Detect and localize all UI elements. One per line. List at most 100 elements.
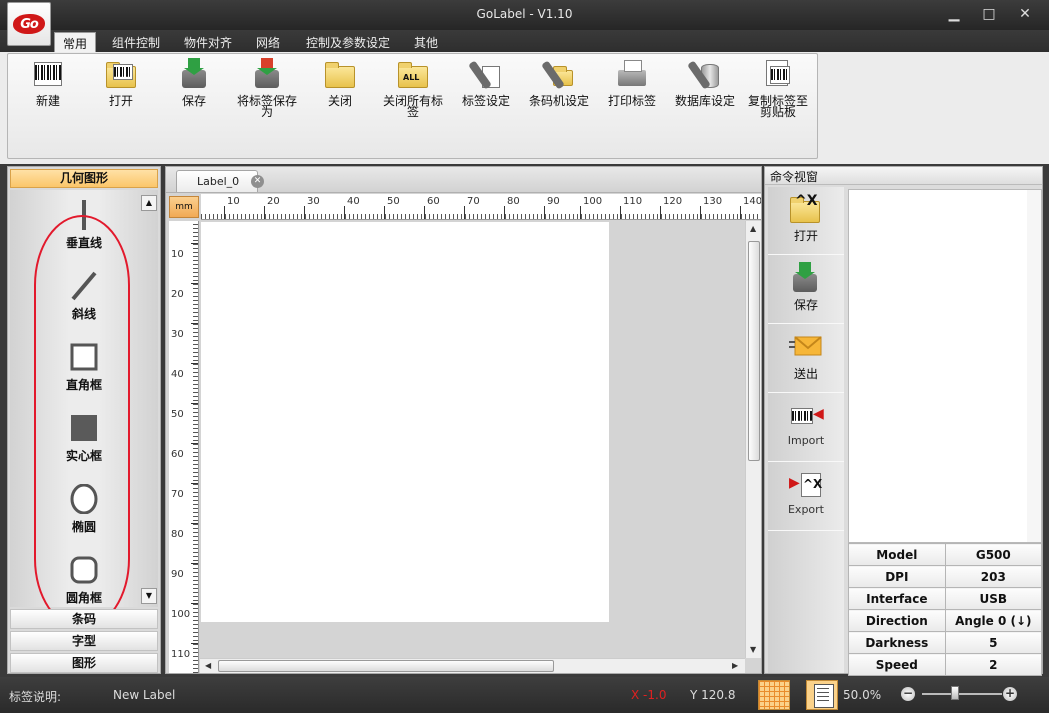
database-setup-button[interactable]: 数据库设定: [670, 58, 740, 107]
geometry-tool-list: ▲ ▼ 垂直线 斜线 直角框 实心框 椭圆 圆角框: [10, 190, 158, 629]
table-row: DPI 203: [848, 565, 1043, 588]
design-canvas[interactable]: [200, 221, 745, 662]
print-label-button[interactable]: 打印标签: [597, 58, 667, 107]
printer-icon: [616, 58, 648, 90]
close-label-button[interactable]: 关闭: [305, 58, 375, 107]
cmd-import-button[interactable]: ◀ Import: [768, 394, 844, 462]
horizontal-ruler: 10 20 30 40 50 60 70 80 90 100 110 120 1…: [201, 194, 761, 220]
printer-setup-wrench-icon: [541, 58, 575, 90]
info-value: 203: [944, 565, 1043, 588]
cursor-x-readout: X -1.0: [631, 688, 667, 702]
zoom-out-icon[interactable]: −: [901, 687, 915, 701]
new-button[interactable]: 新建: [13, 58, 83, 107]
label-setup-button[interactable]: 标签设定: [451, 58, 521, 107]
ruler-h-tick: 80: [504, 196, 520, 219]
ruler-h-tick: 110: [619, 196, 643, 219]
tab-other[interactable]: 其他: [406, 32, 446, 52]
horizontal-scroll-thumb[interactable]: [218, 660, 554, 672]
export-doc-icon: ▶ ^X: [789, 469, 823, 501]
ruler-h-tick: 10: [224, 196, 240, 219]
ruler-v-tick: 50: [171, 403, 198, 420]
scroll-down-arrow[interactable]: ▼: [750, 645, 756, 654]
save-as-button[interactable]: 将标签保存为: [232, 58, 302, 118]
table-row: Speed 2: [848, 653, 1043, 676]
scroll-left-arrow[interactable]: ◀: [205, 661, 211, 670]
ruler-v-tick: 90: [171, 563, 198, 580]
title-bar: GoLabel - V1.10 ▁ □ ✕: [0, 0, 1049, 30]
zoom-level: 50.0%: [843, 688, 882, 702]
tab-control-params[interactable]: 控制及参数设定: [298, 32, 398, 52]
vertical-scroll-thumb[interactable]: [748, 241, 760, 461]
document-tabstrip: Label_0 ✕: [166, 167, 761, 193]
ruler-v-tick: 70: [171, 483, 198, 500]
import-barcode-icon: ◀: [789, 400, 824, 432]
info-key: Darkness: [848, 631, 946, 654]
tool-rectangle[interactable]: 直角框: [10, 342, 158, 393]
tool-vertical-line[interactable]: 垂直线: [10, 200, 158, 251]
tool-panel: 几何图形 ▲ ▼ 垂直线 斜线 直角框 实心框 椭圆 圆角框 条码 字型 图形: [7, 166, 161, 674]
zoom-in-icon[interactable]: +: [1003, 687, 1017, 701]
close-all-button[interactable]: ALL 关闭所有标签: [378, 58, 448, 118]
printer-setup-button[interactable]: 条码机设定: [524, 58, 594, 107]
cmd-save-button[interactable]: 保存: [768, 256, 844, 324]
tab-network[interactable]: 网络: [248, 32, 288, 52]
close-folder-icon: [324, 58, 356, 90]
tab-object-align[interactable]: 物件对齐: [176, 32, 240, 52]
cmd-send-button[interactable]: 送出: [768, 325, 844, 393]
info-key: Interface: [848, 587, 946, 610]
document-tab-label0[interactable]: Label_0 ✕: [176, 170, 264, 192]
ruler-h-tick: 90: [544, 196, 560, 219]
scroll-right-arrow[interactable]: ▶: [732, 661, 738, 670]
tool-filled-rectangle[interactable]: 实心框: [10, 413, 158, 464]
tool-ellipse[interactable]: 椭圆: [10, 483, 158, 535]
vertical-line-icon: [69, 200, 99, 230]
cmd-open-button[interactable]: ^X 打开: [768, 187, 844, 255]
tab-common[interactable]: 常用: [54, 32, 97, 52]
geometry-category-header[interactable]: 几何图形: [10, 169, 158, 188]
zoom-slider-thumb[interactable]: [951, 686, 959, 700]
vertical-ruler: 10 20 30 40 50 60 70 80 90 100 110: [169, 221, 199, 673]
open-button[interactable]: 打开: [86, 58, 156, 107]
label-paper[interactable]: [201, 222, 609, 622]
command-output-view[interactable]: [848, 189, 1042, 543]
ribbon-group-common: 新建 打开 保存 将标签保存为 关闭 ALL 关闭所有标签 标签设定 条码机设定…: [7, 53, 818, 159]
label-description-caption: 标签说明:: [9, 690, 62, 704]
command-panel: 命令视窗 ^X 打开 保存 送出 ◀ Import ▶ ^X Export Mod…: [764, 166, 1043, 676]
zoom-slider-track[interactable]: [922, 693, 1002, 695]
tab-component-control[interactable]: 组件控制: [104, 32, 168, 52]
close-tab-icon[interactable]: ✕: [251, 175, 264, 188]
save-disk-icon: [789, 262, 823, 294]
cmd-export-button[interactable]: ▶ ^X Export: [768, 463, 844, 531]
save-button[interactable]: 保存: [159, 58, 229, 107]
app-logo[interactable]: Go: [7, 2, 51, 46]
label-setup-wrench-icon: [468, 58, 502, 90]
page-view-button[interactable]: [806, 680, 838, 710]
close-button[interactable]: ✕: [1015, 6, 1035, 22]
category-graphic[interactable]: 图形: [10, 653, 158, 673]
close-all-folder-icon: ALL: [397, 58, 429, 90]
filled-rectangle-icon: [69, 413, 99, 443]
tool-rounded-rectangle[interactable]: 圆角框: [10, 555, 158, 606]
info-value: 2: [944, 653, 1043, 676]
info-key: Model: [848, 543, 946, 566]
ruler-v-tick: 30: [171, 323, 198, 340]
ruler-h-tick: 20: [264, 196, 280, 219]
database-wrench-icon: [687, 58, 721, 90]
ruler-v-tick: 10: [171, 243, 198, 260]
editor-vertical-scrollbar[interactable]: ▲ ▼: [745, 221, 761, 658]
category-font[interactable]: 字型: [10, 631, 158, 651]
info-value: Angle 0 (↓): [944, 609, 1043, 632]
command-view-scrollbar[interactable]: [1027, 190, 1041, 542]
editor-horizontal-scrollbar[interactable]: ◀ ▶: [200, 658, 745, 673]
grid-toggle-button[interactable]: [758, 680, 790, 710]
minimize-button[interactable]: ▁: [944, 6, 964, 22]
copy-to-clipboard-button[interactable]: 复制标签至剪贴板: [743, 58, 813, 118]
maximize-button[interactable]: □: [979, 6, 999, 22]
scroll-up-arrow[interactable]: ▲: [750, 224, 756, 233]
unit-selector[interactable]: mm: [169, 196, 199, 218]
info-key: DPI: [848, 565, 946, 588]
ruler-h-tick: 130: [699, 196, 723, 219]
tool-diagonal-line[interactable]: 斜线: [10, 271, 158, 322]
category-barcode[interactable]: 条码: [10, 609, 158, 629]
info-value: 5: [944, 631, 1043, 654]
